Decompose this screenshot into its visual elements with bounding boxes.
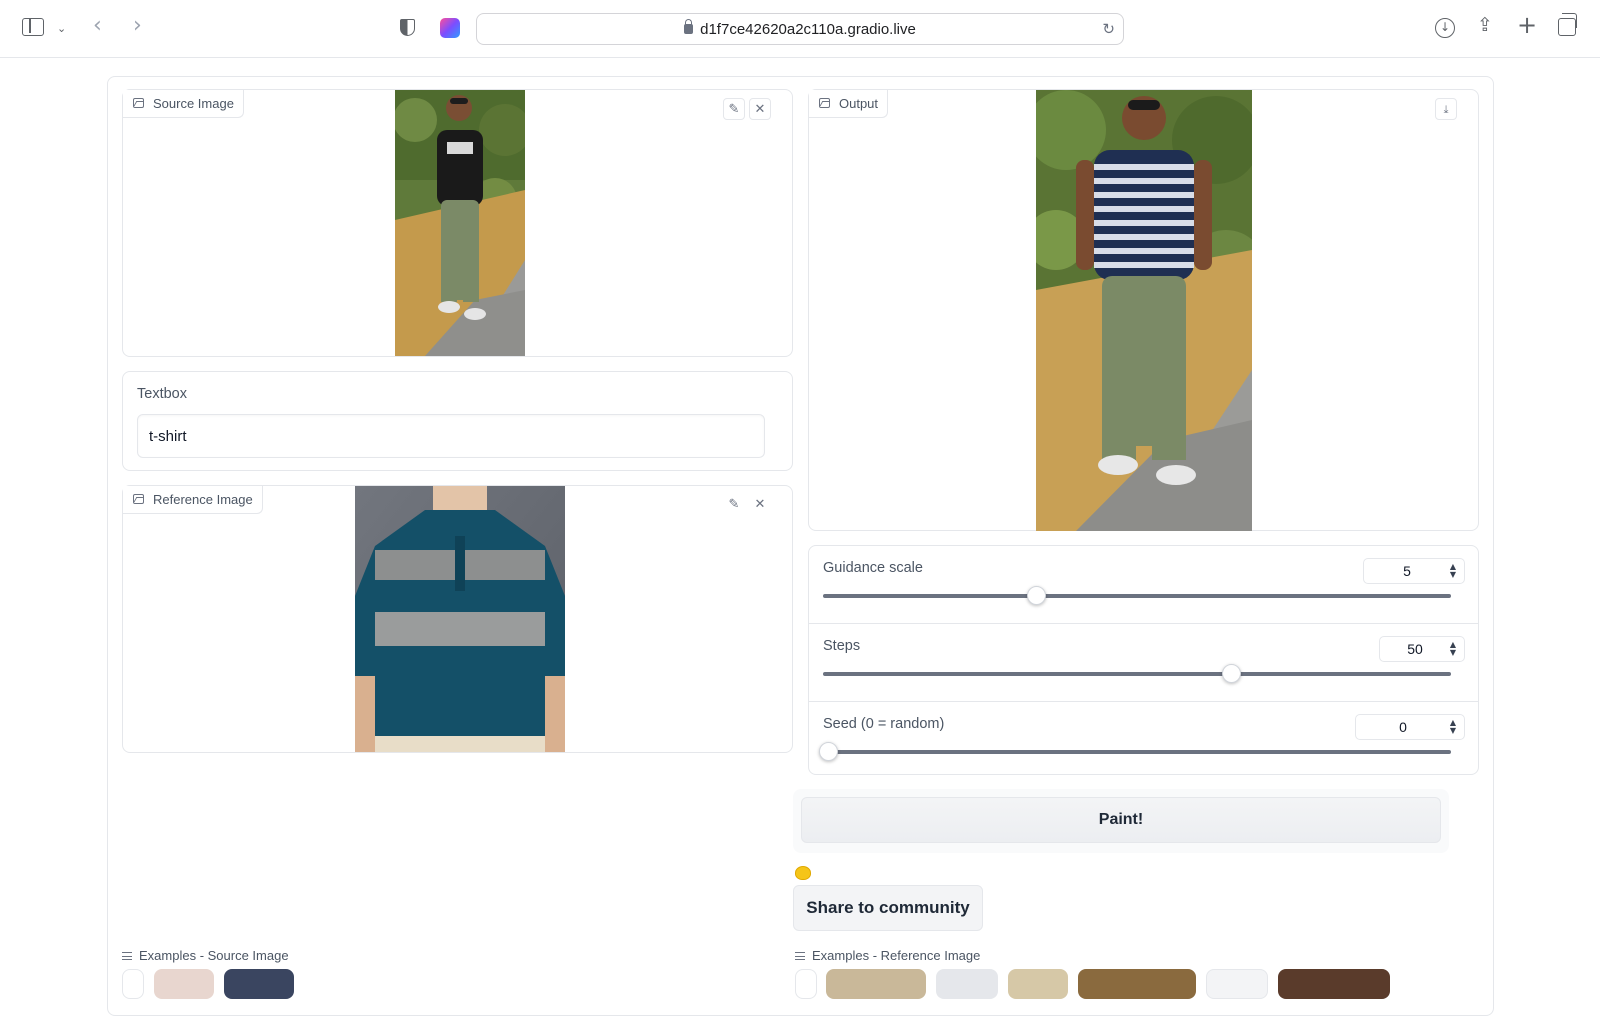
example-thumbnail[interactable] [936,969,998,999]
textbox-input[interactable] [137,414,765,458]
close-icon[interactable]: ✕ [749,494,771,516]
examples-source-label: Examples - Source Image [122,948,289,963]
example-thumbnail[interactable] [1008,969,1068,999]
sidebar-icon[interactable] [22,18,44,36]
example-thumbnail[interactable] [122,969,144,999]
list-icon [122,952,132,960]
example-thumbnail[interactable] [224,969,294,999]
textbox-label: Textbox [137,386,187,402]
examples-reference-label: Examples - Reference Image [795,948,980,963]
image-icon [133,98,144,108]
steps-row: Steps 50 ▲ ▼ [809,624,1465,700]
address-bar[interactable]: d1f7ce42620a2c110a.gradio.live ↻ [476,13,1124,45]
source-image-panel[interactable]: Source Image ✎ ✕ [122,89,793,357]
lock-icon [684,19,694,34]
list-icon [795,952,805,960]
stepper-icon[interactable]: ▲ ▼ [1448,563,1458,579]
settings-panel: Guidance scale 5 ▲ ▼ Steps 50 ▲ ▼ Seed (0 … [808,545,1479,775]
share-icon[interactable]: ⇪ [1477,15,1493,35]
steps-track[interactable] [823,672,1451,676]
image-icon [819,98,830,108]
steps-label: Steps [823,638,861,654]
guidance-scale-input[interactable]: 5 ▲ ▼ [1363,558,1465,584]
stepper-icon[interactable]: ▲ ▼ [1448,641,1458,657]
paint-button[interactable]: Paint! [801,797,1441,843]
reference-image-panel[interactable]: Reference Image ✎ ✕ [122,485,793,753]
url-text: d1f7ce42620a2c110a.gradio.live [700,21,916,38]
output-photo [1036,90,1252,531]
example-thumbnail[interactable] [1206,969,1268,999]
guidance-scale-track[interactable] [823,594,1451,598]
example-thumbnail[interactable] [826,969,926,999]
seed-thumb[interactable] [819,742,838,761]
edit-icon[interactable]: ✎ [723,98,745,120]
share-to-community-button[interactable]: Share to community [793,885,983,931]
paint-button-container: Paint! [793,789,1449,853]
edit-icon[interactable]: ✎ [723,494,745,516]
hugging-face-icon [795,866,811,880]
source-photo [395,90,525,356]
guidance-scale-row: Guidance scale 5 ▲ ▼ [809,546,1465,622]
reference-photo [355,486,565,752]
output-panel: Output ⤓ [808,89,1479,531]
source-image-label: Source Image [123,90,244,118]
reload-icon[interactable]: ↻ [1102,20,1115,38]
image-icon [133,494,144,504]
seed-input[interactable]: 0 ▲ ▼ [1355,714,1465,740]
shield-icon[interactable] [400,19,415,36]
output-label: Output [809,90,889,118]
tabs-icon[interactable] [1558,13,1577,36]
reference-image-label: Reference Image [123,486,263,514]
chevron-right-icon[interactable]: › [133,15,142,37]
gradio-app: Source Image ✎ ✕ Textbox t-shirt Referen… [107,76,1494,1016]
download-icon[interactable]: ↓ [1435,18,1455,38]
seed-row: Seed (0 = random) 0 ▲ ▼ [809,702,1465,778]
chevron-left-icon[interactable]: ‹ [93,15,102,37]
guidance-scale-label: Guidance scale [823,560,923,576]
textbox-panel: Textbox [122,371,793,471]
example-thumbnail[interactable] [1278,969,1390,999]
steps-thumb[interactable] [1221,664,1241,683]
guidance-scale-thumb[interactable] [1027,586,1047,605]
example-thumbnail[interactable] [1078,969,1196,999]
seed-label: Seed (0 = random) [823,716,945,732]
example-thumbnail[interactable] [795,969,817,999]
seed-track[interactable] [823,750,1451,754]
extension-icon[interactable] [440,18,460,38]
browser-toolbar: ⌄ ‹ › d1f7ce42620a2c110a.gradio.live ↻ ↓… [0,0,1600,58]
steps-input[interactable]: 50 ▲ ▼ [1379,636,1465,662]
chevron-down-icon[interactable]: ⌄ [57,19,66,39]
example-thumbnail[interactable] [154,969,214,999]
plus-icon[interactable]: + [1517,13,1537,37]
stepper-icon[interactable]: ▲ ▼ [1448,719,1458,735]
close-icon[interactable]: ✕ [749,98,771,120]
download-icon[interactable]: ⤓ [1435,98,1457,120]
